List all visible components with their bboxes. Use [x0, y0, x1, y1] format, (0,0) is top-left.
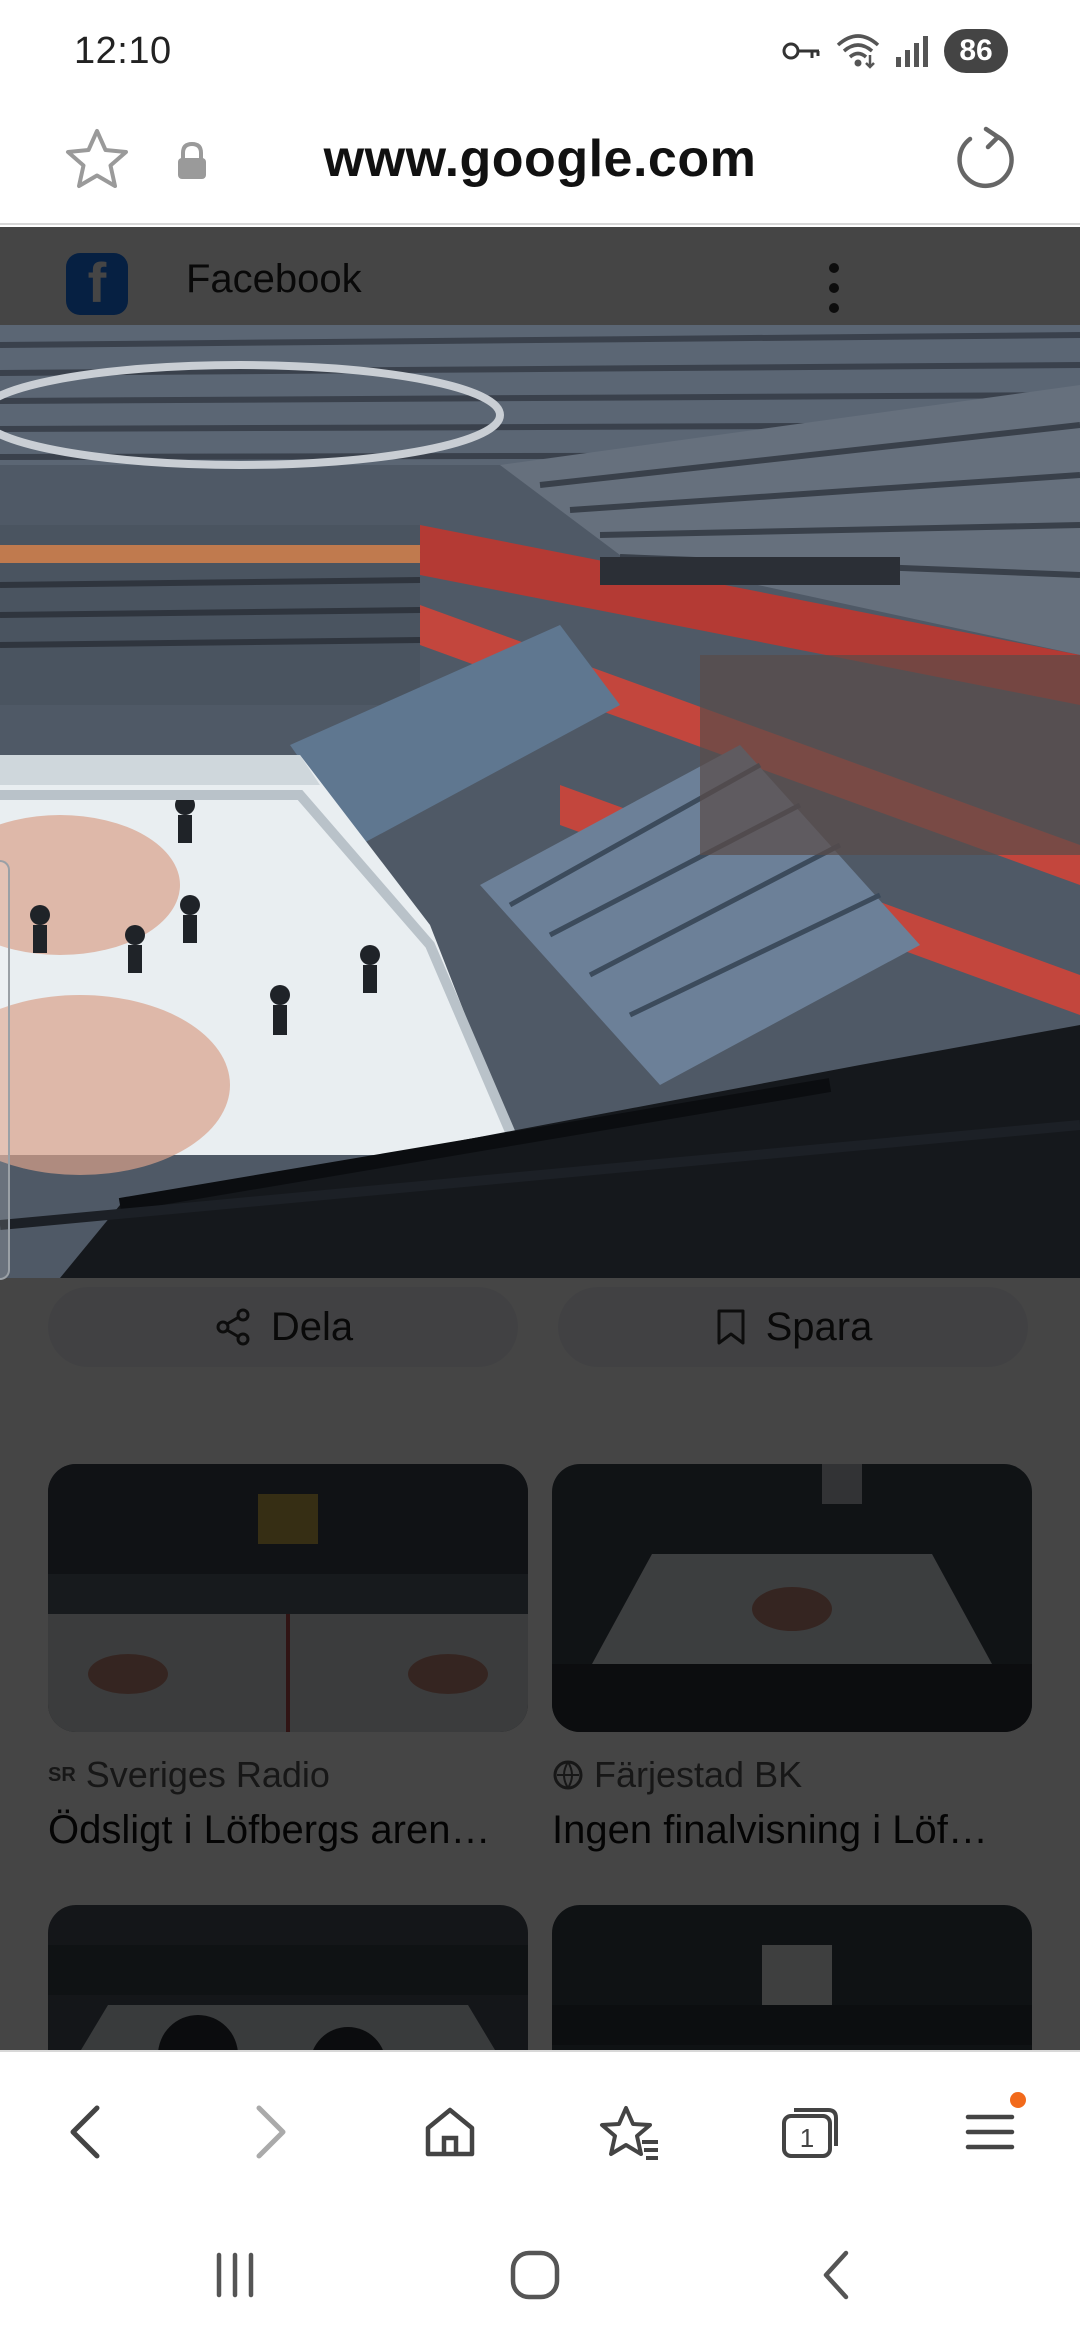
menu-button[interactable]: [950, 2092, 1030, 2172]
result-thumbnail[interactable]: [552, 1464, 1032, 1732]
save-button[interactable]: Spara: [558, 1287, 1028, 1367]
reload-icon[interactable]: [950, 123, 1022, 195]
related-result[interactable]: [552, 1905, 1032, 2050]
edge-panel-handle[interactable]: [0, 860, 10, 1280]
back-button[interactable]: [46, 2092, 126, 2172]
signal-icon: [896, 36, 928, 67]
bookmark-icon: [717, 1309, 745, 1345]
battery-badge: 86: [944, 29, 1008, 73]
share-icon: [216, 1308, 250, 1346]
tabs-button[interactable]: 1: [770, 2092, 850, 2172]
wifi-icon: [836, 34, 880, 69]
forward-button[interactable]: [230, 2092, 310, 2172]
system-home-button[interactable]: [490, 2240, 580, 2310]
status-time: 12:10: [74, 30, 172, 72]
recents-button[interactable]: [190, 2240, 280, 2310]
result-source-name: Sveriges Radio: [85, 1754, 330, 1795]
image-actions: Dela Spara: [48, 1287, 1032, 1367]
result-title: Ödsligt i Löfbergs aren…: [48, 1808, 491, 1852]
arena-image: [0, 325, 1080, 1278]
back-icon: [70, 2105, 100, 2159]
system-back-button[interactable]: [792, 2240, 882, 2310]
related-result[interactable]: SR Sveriges Radio Ödsligt i Löfbergs are…: [48, 1464, 528, 1853]
result-source: SR Sveriges Radio: [48, 1754, 528, 1796]
notification-dot: [1010, 2092, 1026, 2108]
more-options-icon[interactable]: [828, 263, 840, 313]
share-label: Dela: [270, 1304, 354, 1349]
status-bar: 12:10 86: [0, 0, 1080, 105]
image-preview-header: f Facebook: [0, 227, 1080, 325]
result-source: Färjestad BK: [552, 1754, 1032, 1796]
facebook-logo-icon: f: [66, 253, 128, 315]
home-icon: [510, 2250, 560, 2300]
bookmarks-button[interactable]: [590, 2092, 670, 2172]
address-bar[interactable]: www.google.com: [0, 105, 1080, 225]
result-title: Ingen finalvisning i Löf…: [552, 1808, 988, 1852]
sveriges-radio-logo-icon: SR: [48, 1763, 76, 1786]
preview-source-name[interactable]: Facebook: [186, 257, 362, 302]
related-result[interactable]: Färjestad BK Ingen finalvisning i Löf…: [552, 1464, 1032, 1853]
system-navigation-bar: [0, 2200, 1080, 2340]
status-icons: 86: [782, 28, 1008, 74]
url-text[interactable]: www.google.com: [0, 129, 1080, 189]
bookmarks-icon: [600, 2106, 658, 2160]
save-label: Spara: [765, 1304, 873, 1349]
home-icon: [425, 2107, 475, 2157]
preview-image-foreground[interactable]: [0, 325, 1080, 1278]
result-thumbnail[interactable]: [552, 1905, 1032, 2050]
recents-icon: [216, 2252, 254, 2298]
result-thumbnail[interactable]: [48, 1464, 528, 1732]
home-button[interactable]: [410, 2092, 490, 2172]
browser-toolbar: 1: [0, 2050, 1080, 2200]
share-button[interactable]: Dela: [48, 1287, 518, 1367]
result-thumbnail[interactable]: [48, 1905, 528, 2050]
forward-icon: [256, 2105, 286, 2159]
back-icon: [823, 2250, 849, 2300]
vpn-key-icon: [782, 42, 820, 60]
globe-icon: [553, 1760, 583, 1790]
tabs-icon: 1: [782, 2108, 838, 2158]
result-source-name: Färjestad BK: [594, 1754, 803, 1795]
menu-icon: [965, 2114, 1015, 2150]
related-result[interactable]: [48, 1905, 528, 2050]
tab-count: 1: [800, 2123, 814, 2153]
